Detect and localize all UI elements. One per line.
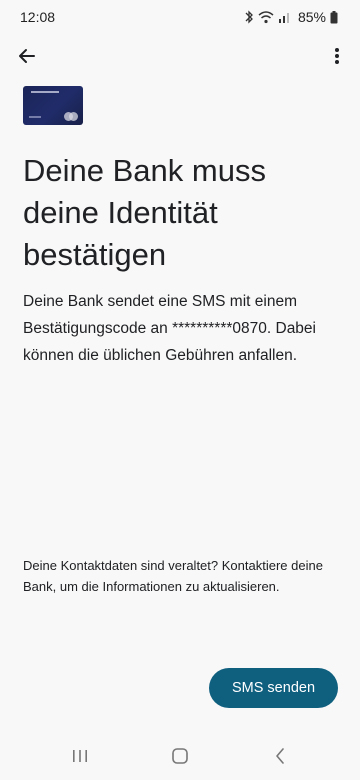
home-button[interactable] bbox=[155, 738, 205, 778]
signal-icon bbox=[278, 11, 292, 23]
bank-card-image bbox=[23, 86, 83, 125]
page-title: Deine Bank muss deine Identität bestätig… bbox=[23, 153, 266, 272]
back-button[interactable] bbox=[12, 43, 42, 73]
arrow-back-icon bbox=[17, 46, 37, 71]
battery-icon bbox=[330, 10, 338, 24]
bluetooth-icon bbox=[244, 10, 254, 24]
status-time: 12:08 bbox=[20, 9, 56, 25]
status-bar: 12:08 85% bbox=[0, 0, 360, 34]
home-icon bbox=[171, 747, 189, 770]
wifi-icon bbox=[258, 10, 274, 24]
status-icons: 85% bbox=[244, 9, 338, 25]
recents-icon bbox=[71, 748, 89, 769]
back-nav-button[interactable] bbox=[255, 738, 305, 778]
battery-percent: 85% bbox=[297, 9, 326, 25]
app-bar bbox=[0, 40, 360, 74]
back-nav-icon bbox=[274, 747, 286, 770]
more-options-button[interactable] bbox=[322, 43, 352, 73]
system-nav-bar bbox=[0, 736, 360, 780]
contact-info-note: Deine Kontaktdaten sind veraltet? Kontak… bbox=[23, 558, 323, 594]
send-sms-button[interactable]: SMS senden bbox=[209, 668, 338, 708]
card-network-logo bbox=[64, 112, 78, 121]
card-bank-logo bbox=[31, 91, 59, 93]
verification-description: Deine Bank sendet eine SMS mit einem Bes… bbox=[23, 293, 316, 364]
more-vert-icon bbox=[334, 46, 340, 71]
recents-button[interactable] bbox=[55, 738, 105, 778]
card-detail bbox=[29, 116, 41, 118]
